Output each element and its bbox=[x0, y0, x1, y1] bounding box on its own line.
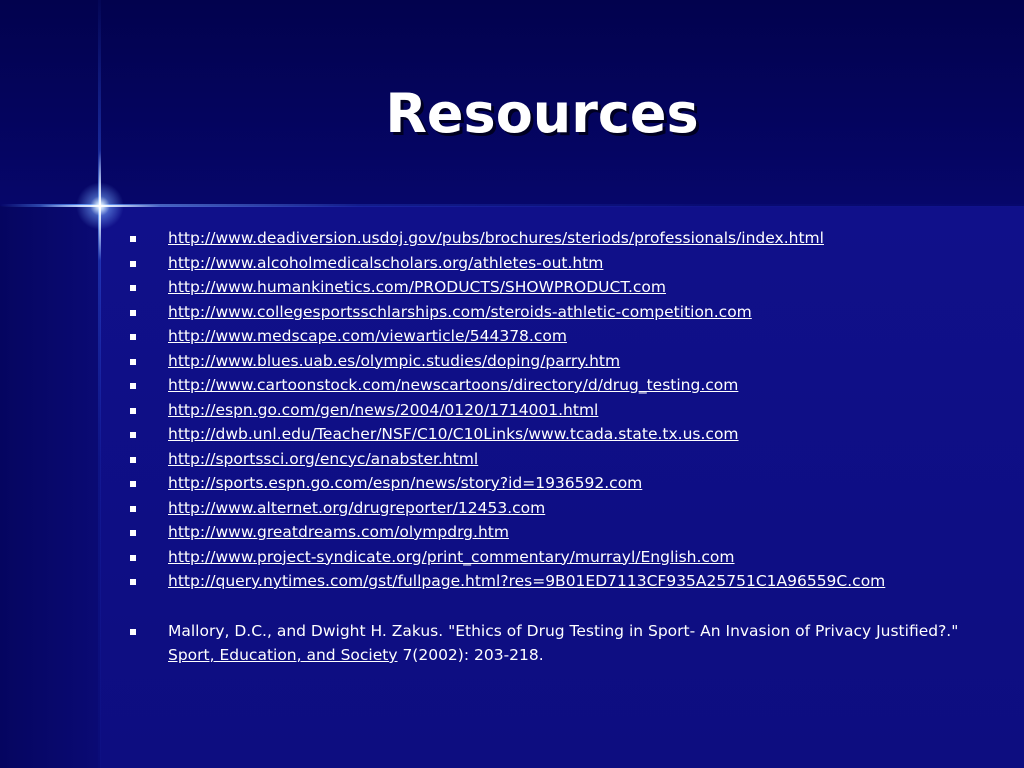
citation-item: Mallory, D.C., and Dwight H. Zakus. "Eth… bbox=[128, 619, 1008, 667]
list-item: http://www.project-syndicate.org/print_c… bbox=[128, 546, 1008, 571]
square-bullet-icon bbox=[130, 579, 136, 585]
resource-link[interactable]: http://www.humankinetics.com/PRODUCTS/SH… bbox=[168, 278, 666, 296]
list-item: http://www.collegesportsschlarships.com/… bbox=[128, 301, 1008, 326]
square-bullet-icon bbox=[130, 383, 136, 389]
resource-link[interactable]: http://www.medscape.com/viewarticle/5443… bbox=[168, 327, 567, 345]
list-item: http://sportssci.org/encyc/anabster.html bbox=[128, 448, 1008, 473]
sparkle-ray-vertical bbox=[99, 150, 101, 260]
list-item: http://sports.espn.go.com/espn/news/stor… bbox=[128, 472, 1008, 497]
resource-link[interactable]: http://sportssci.org/encyc/anabster.html bbox=[168, 450, 478, 468]
square-bullet-icon bbox=[130, 530, 136, 536]
square-bullet-icon bbox=[130, 334, 136, 340]
square-bullet-icon bbox=[130, 236, 136, 242]
resource-link[interactable]: http://www.cartoonstock.com/newscartoons… bbox=[168, 376, 738, 394]
square-bullet-icon bbox=[130, 260, 136, 267]
resource-link[interactable]: http://www.alternet.org/drugreporter/124… bbox=[168, 499, 545, 517]
resource-link[interactable]: http://www.collegesportsschlarships.com/… bbox=[168, 303, 752, 321]
list-item: http://www.alcoholmedicalscholars.org/at… bbox=[128, 252, 1008, 277]
list-item: http://www.medscape.com/viewarticle/5443… bbox=[128, 325, 1008, 350]
list-item: http://www.deadiversion.usdoj.gov/pubs/b… bbox=[128, 227, 1008, 252]
slide: Resources http://www.deadiversion.usdoj.… bbox=[0, 0, 1024, 768]
citation-text: Mallory, D.C., and Dwight H. Zakus. "Eth… bbox=[168, 622, 959, 640]
square-bullet-icon bbox=[130, 432, 136, 438]
resource-link[interactable]: http://www.greatdreams.com/olympdrg.htm bbox=[168, 523, 509, 541]
resource-link[interactable]: http://query.nytimes.com/gst/fullpage.ht… bbox=[168, 572, 885, 590]
citation-volume-pages: 7(2002): 203-218. bbox=[397, 646, 544, 664]
square-bullet-icon bbox=[130, 629, 136, 635]
list-item: http://espn.go.com/gen/news/2004/0120/17… bbox=[128, 399, 1008, 424]
resource-link[interactable]: http://www.project-syndicate.org/print_c… bbox=[168, 548, 735, 566]
square-bullet-icon bbox=[130, 456, 136, 463]
list-item: http://www.humankinetics.com/PRODUCTS/SH… bbox=[128, 276, 1008, 301]
resource-link[interactable]: http://www.alcoholmedicalscholars.org/at… bbox=[168, 254, 603, 272]
vertical-light-streak bbox=[98, 0, 101, 768]
square-bullet-icon bbox=[130, 407, 136, 414]
resource-link[interactable]: http://sports.espn.go.com/espn/news/stor… bbox=[168, 474, 642, 492]
resource-link[interactable]: http://dwb.unl.edu/Teacher/NSF/C10/C10Li… bbox=[168, 425, 739, 443]
slide-title: Resources bbox=[385, 82, 699, 145]
list-item: http://www.cartoonstock.com/newscartoons… bbox=[128, 374, 1008, 399]
citation-journal: Sport, Education, and Society bbox=[168, 646, 398, 664]
list-item: http://www.greatdreams.com/olympdrg.htm bbox=[128, 521, 1008, 546]
resource-link[interactable]: http://www.deadiversion.usdoj.gov/pubs/b… bbox=[168, 229, 824, 247]
citation-list: Mallory, D.C., and Dwight H. Zakus. "Eth… bbox=[128, 619, 1008, 667]
square-bullet-icon bbox=[130, 554, 136, 561]
resource-link[interactable]: http://www.blues.uab.es/olympic.studies/… bbox=[168, 352, 620, 370]
list-item: http://www.blues.uab.es/olympic.studies/… bbox=[128, 350, 1008, 375]
square-bullet-icon bbox=[130, 505, 136, 512]
resource-link[interactable]: http://espn.go.com/gen/news/2004/0120/17… bbox=[168, 401, 598, 419]
square-bullet-icon bbox=[130, 309, 136, 316]
square-bullet-icon bbox=[130, 481, 136, 487]
resource-link-list: http://www.deadiversion.usdoj.gov/pubs/b… bbox=[128, 227, 1008, 595]
left-band bbox=[0, 206, 100, 768]
list-item: http://dwb.unl.edu/Teacher/NSF/C10/C10Li… bbox=[128, 423, 1008, 448]
square-bullet-icon bbox=[130, 358, 136, 365]
list-item: http://query.nytimes.com/gst/fullpage.ht… bbox=[128, 570, 1008, 595]
list-item: http://www.alternet.org/drugreporter/124… bbox=[128, 497, 1008, 522]
square-bullet-icon bbox=[130, 285, 136, 291]
